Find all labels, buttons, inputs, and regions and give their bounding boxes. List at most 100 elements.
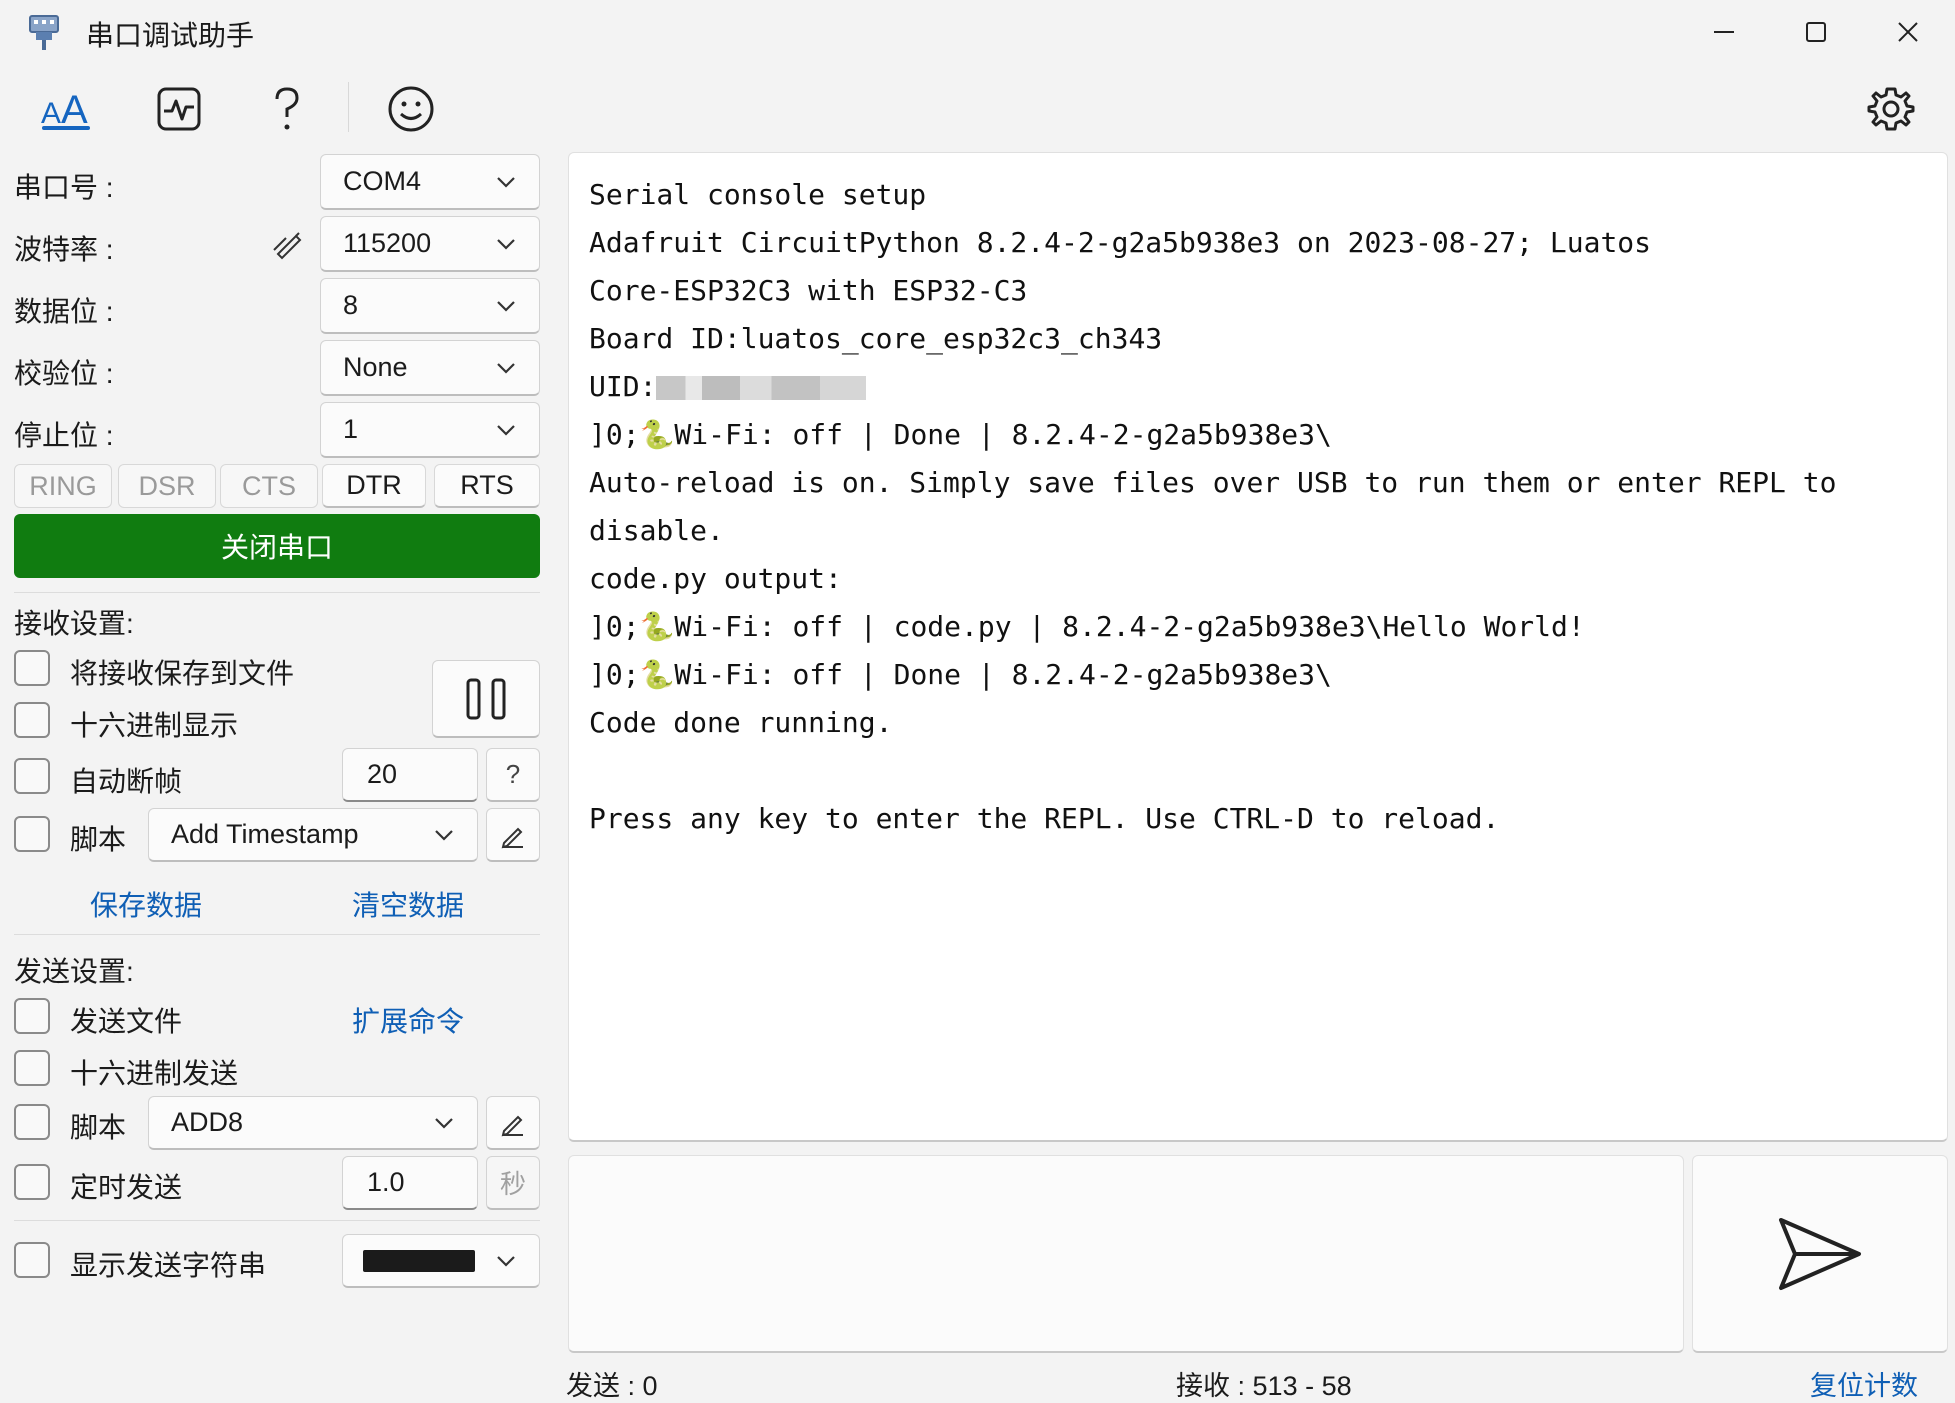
pen-icon xyxy=(273,232,302,260)
console-line: Code done running. xyxy=(589,706,893,739)
chevron-down-icon xyxy=(497,362,515,374)
waveform-button[interactable] xyxy=(136,74,222,144)
sent-label: 发送 : xyxy=(566,1371,636,1401)
receive-script-checkbox[interactable] xyxy=(14,816,50,852)
color-select[interactable] xyxy=(342,1234,540,1288)
pin-rts-toggle[interactable]: RTS xyxy=(434,464,540,508)
console-line: Core-ESP32C3 with ESP32-C3 xyxy=(589,274,1028,307)
close-button[interactable] xyxy=(1862,0,1954,64)
hex-display-checkbox[interactable] xyxy=(14,702,50,738)
minimize-icon xyxy=(1714,31,1734,33)
save-data-link[interactable]: 保存数据 xyxy=(90,884,202,924)
edit-send-script-button[interactable] xyxy=(486,1096,540,1150)
port-select[interactable]: COM4 xyxy=(320,154,540,210)
save-to-file-checkbox[interactable] xyxy=(14,650,50,686)
parity-value: None xyxy=(343,352,408,382)
maximize-button[interactable] xyxy=(1770,0,1862,64)
feedback-button[interactable] xyxy=(368,74,454,144)
console-line: ]0;🐍Wi-Fi: off | Done | 8.2.4-2-g2a5b938… xyxy=(589,658,1332,691)
pause-icon xyxy=(466,678,506,719)
receive-console[interactable]: Serial console setup Adafruit CircuitPyt… xyxy=(568,152,1948,1142)
timed-send-label: 定时发送 xyxy=(70,1172,183,1203)
send-button[interactable] xyxy=(1692,1155,1948,1353)
auto-frame-help-button[interactable]: ? xyxy=(486,748,540,802)
text-mode-button[interactable]: A A xyxy=(24,74,110,144)
recv-label: 接收 : xyxy=(1176,1371,1246,1401)
close-icon xyxy=(1898,22,1918,42)
app-icon xyxy=(24,12,64,52)
show-sent-label: 显示发送字符串 xyxy=(70,1250,267,1281)
waveform-icon xyxy=(157,87,201,131)
divider xyxy=(14,934,540,935)
hex-send-checkbox[interactable] xyxy=(14,1050,50,1086)
send-script-checkbox[interactable] xyxy=(14,1104,50,1140)
send-script-select[interactable]: ADD8 xyxy=(148,1096,478,1150)
parity-select[interactable]: None xyxy=(320,340,540,396)
timed-interval-input[interactable]: 1.0 xyxy=(342,1156,478,1210)
databits-select[interactable]: 8 xyxy=(320,278,540,334)
help-icon xyxy=(275,87,299,130)
extended-command-link[interactable]: 扩展命令 xyxy=(352,1000,464,1040)
settings-button[interactable] xyxy=(1848,74,1934,144)
send-icon xyxy=(1779,1217,1861,1290)
edit-icon xyxy=(501,827,523,848)
maximize-icon xyxy=(1806,22,1826,42)
console-line: ]0;🐍Wi-Fi: off | code.py | 8.2.4-2-g2a5b… xyxy=(589,610,1585,643)
seconds-unit: 秒 xyxy=(486,1156,540,1210)
active-tab-indicator xyxy=(42,126,90,130)
chevron-down-icon xyxy=(435,829,453,841)
port-value: COM4 xyxy=(343,166,422,196)
console-line: code.py output: xyxy=(589,562,842,595)
pin-cts: CTS xyxy=(220,464,318,508)
send-script-label: 脚本 xyxy=(70,1112,127,1143)
console-line: ]0;🐍Wi-Fi: off | Done | 8.2.4-2-g2a5b938… xyxy=(589,418,1332,451)
send-script-value: ADD8 xyxy=(171,1107,244,1137)
timed-send-checkbox[interactable] xyxy=(14,1164,50,1200)
edit-icon xyxy=(501,1115,523,1136)
port-label: 串口号 : xyxy=(14,172,114,203)
send-file-checkbox[interactable] xyxy=(14,998,50,1034)
edit-baud-button[interactable] xyxy=(270,226,306,267)
auto-frame-checkbox[interactable] xyxy=(14,758,50,794)
receive-script-select[interactable]: Add Timestamp xyxy=(148,808,478,862)
smiley-icon xyxy=(388,86,434,132)
chevron-down-icon xyxy=(497,238,515,250)
pin-dsr: DSR xyxy=(118,464,216,508)
uid-label: UID: xyxy=(589,370,657,403)
parity-label: 校验位 : xyxy=(14,358,114,389)
baud-select[interactable]: 115200 xyxy=(320,216,540,272)
receive-script-label: 脚本 xyxy=(70,824,127,855)
divider xyxy=(14,1220,540,1221)
console-line-uid: UID: xyxy=(589,363,1927,411)
chevron-down-icon xyxy=(497,424,515,436)
stopbits-value: 1 xyxy=(343,414,359,444)
databits-value: 8 xyxy=(343,290,359,320)
auto-frame-label: 自动断帧 xyxy=(70,766,183,797)
console-line: Board ID:luatos_core_esp32c3_ch343 xyxy=(589,322,1163,355)
help-button[interactable] xyxy=(244,74,330,144)
send-input[interactable] xyxy=(568,1155,1684,1353)
baud-value: 115200 xyxy=(343,228,432,258)
minimize-button[interactable] xyxy=(1678,0,1770,64)
pin-dtr-toggle[interactable]: DTR xyxy=(322,464,426,508)
databits-label: 数据位 : xyxy=(14,296,114,327)
baud-label: 波特率 : xyxy=(14,234,114,265)
gear-icon xyxy=(1867,87,1915,131)
close-port-button[interactable]: 关闭串口 xyxy=(14,514,540,578)
clear-data-link[interactable]: 清空数据 xyxy=(352,884,464,924)
hex-send-label: 十六进制发送 xyxy=(70,1058,239,1089)
chevron-down-icon xyxy=(497,176,515,188)
console-line: Press any key to enter the REPL. Use CTR… xyxy=(589,802,1500,835)
received-count: 接收 : 513 - 58 xyxy=(1176,1364,1352,1403)
show-sent-checkbox[interactable] xyxy=(14,1242,50,1278)
send-file-label: 发送文件 xyxy=(70,1006,183,1037)
edit-receive-script-button[interactable] xyxy=(486,808,540,862)
auto-frame-input[interactable]: 20 xyxy=(342,748,478,802)
chevron-down-icon xyxy=(435,1117,453,1129)
recv-value: 513 - 58 xyxy=(1252,1371,1352,1401)
send-heading: 发送设置: xyxy=(14,956,134,987)
console-line: disable. xyxy=(589,514,724,547)
pause-button[interactable] xyxy=(432,660,540,738)
reset-count-link[interactable]: 复位计数 xyxy=(1810,1364,1918,1403)
stopbits-select[interactable]: 1 xyxy=(320,402,540,458)
